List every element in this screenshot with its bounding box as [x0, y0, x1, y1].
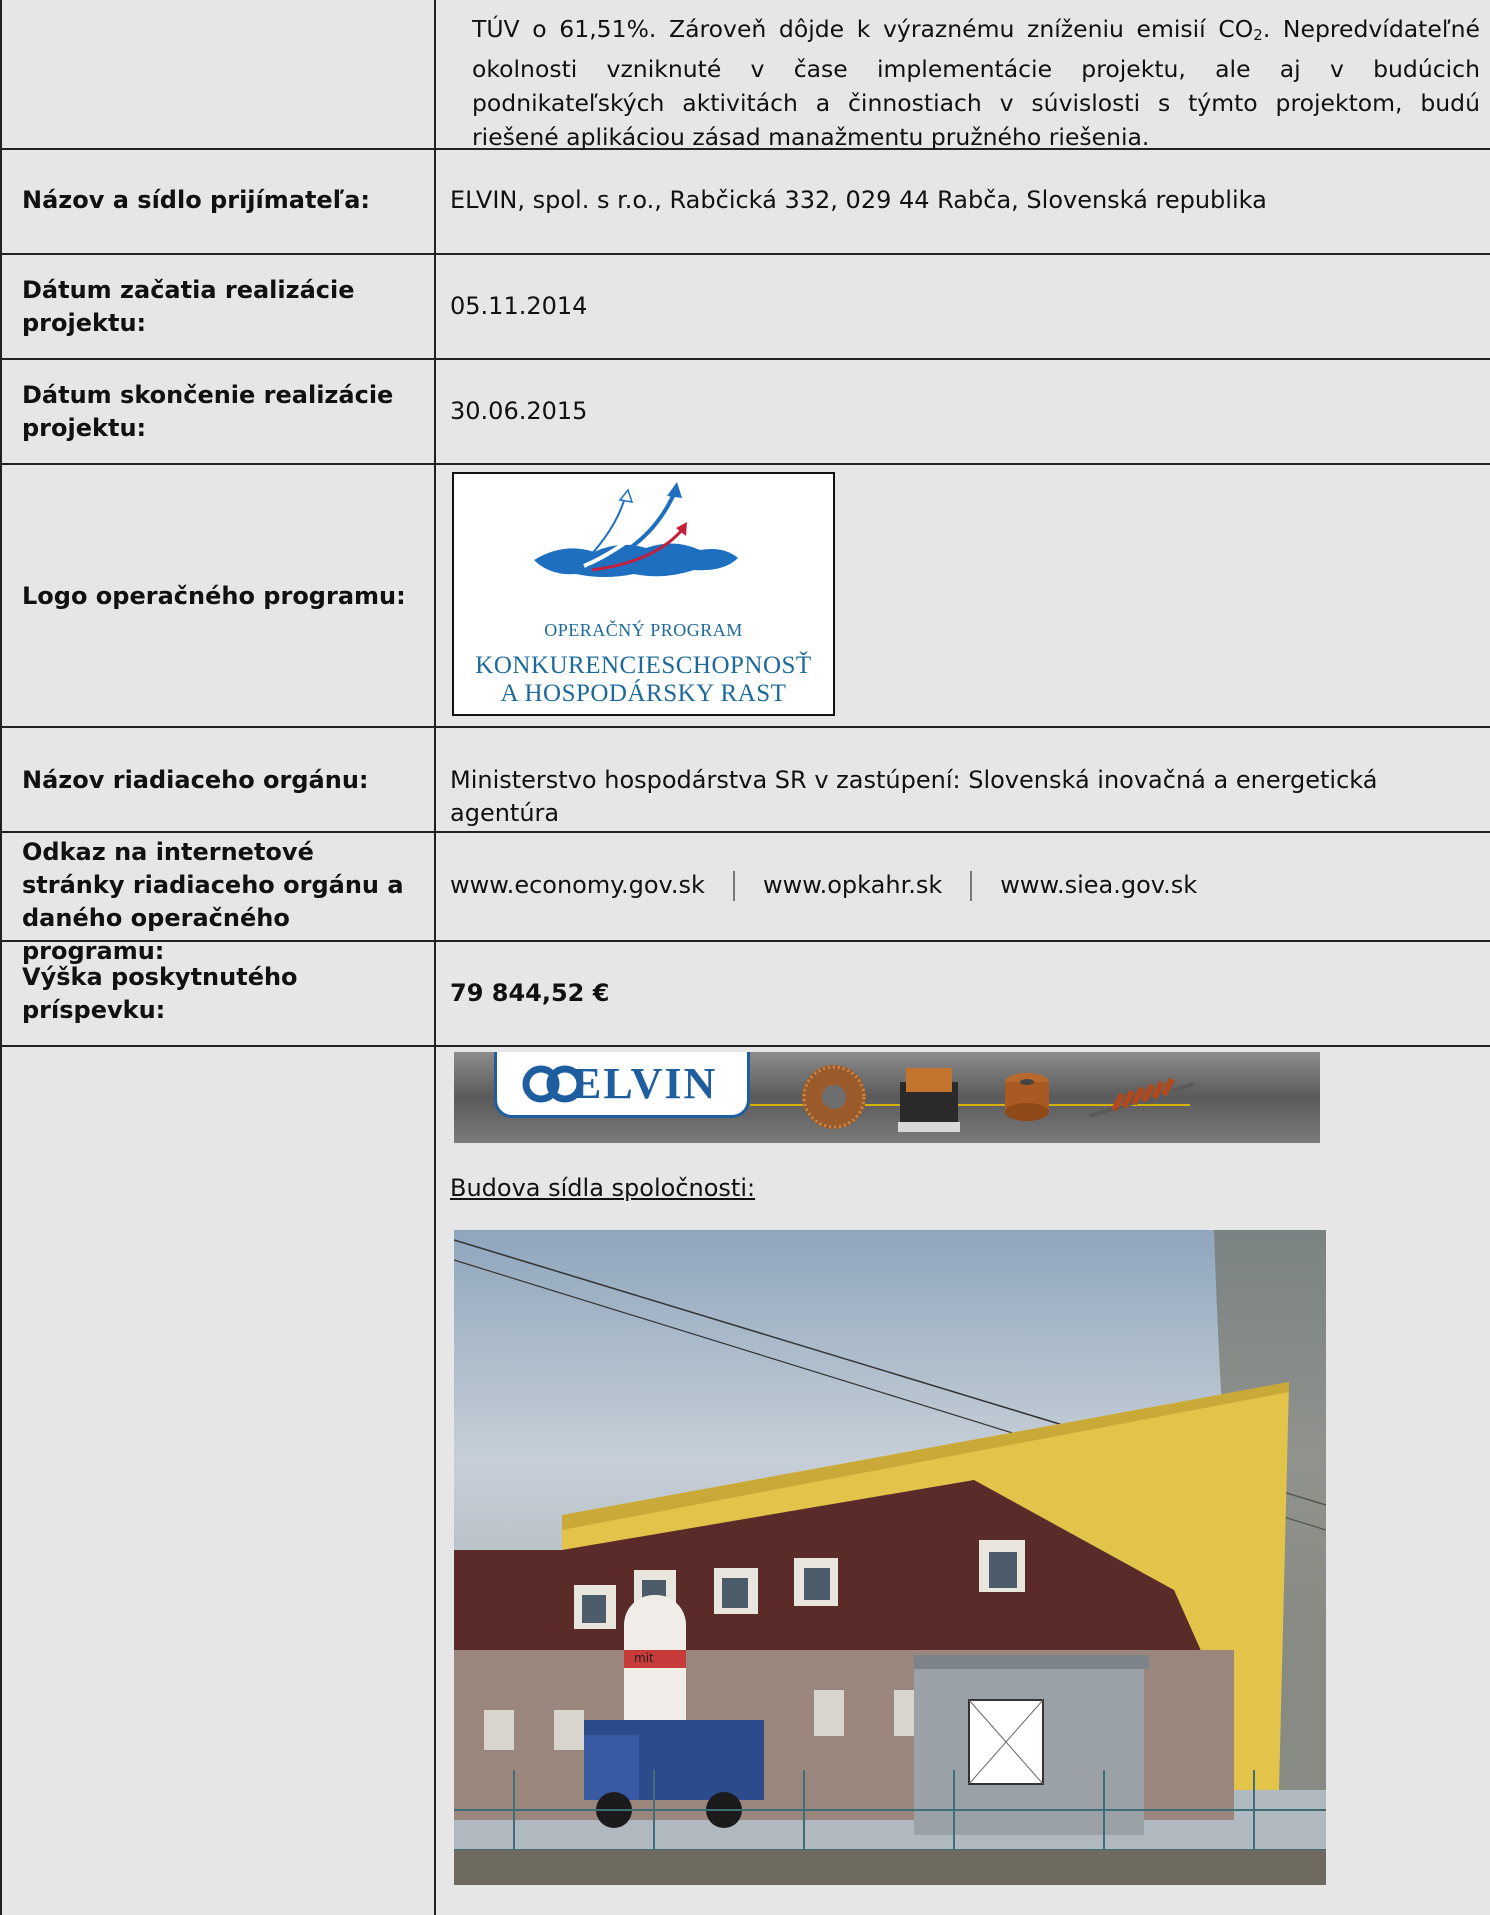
amount-value: 79 844,52 €	[450, 979, 610, 1007]
end-date-label: Dátum skončenie realizácie projektu:	[22, 381, 394, 442]
recipient-value: ELVIN, spol. s r.o., Rabčická 332, 029 4…	[450, 186, 1267, 214]
recipient-label: Názov a sídlo prijímateľa:	[22, 186, 370, 214]
link-siea[interactable]: www.siea.gov.sk	[1000, 869, 1197, 902]
building-caption: Budova sídla spoločnosti:	[450, 1174, 756, 1202]
row-divider	[0, 1045, 1490, 1047]
row-divider	[0, 463, 1490, 465]
start-date-value: 05.11.2014	[450, 292, 588, 320]
logo-line-1: OPERAČNÝ PROGRAM	[544, 620, 743, 640]
operational-program-logo: OPERAČNÝ PROGRAM KONKURENCIESCHOPNOSŤ A …	[452, 472, 835, 716]
spring-coil-icon	[1089, 1077, 1195, 1118]
building-illustration: mit	[454, 1230, 1326, 1885]
silo-label: mit	[634, 1651, 654, 1665]
table-column-divider	[434, 0, 436, 1915]
logo-line-2: KONKURENCIESCHOPNOSŤ	[475, 652, 812, 679]
start-date-label: Dátum začatia realizácie projektu:	[22, 276, 355, 337]
project-description-text: TÚV o 61,51%. Zároveň dôjde k výraznému …	[472, 12, 1480, 154]
authority-label: Názov riadiaceho orgánu:	[22, 766, 369, 794]
inductor-coil-icon	[1005, 1073, 1049, 1121]
elvin-banner-text: ELVIN	[572, 1059, 718, 1108]
end-date-value: 30.06.2015	[450, 397, 588, 425]
link-separator	[970, 871, 973, 901]
slovakia-arrows-icon	[534, 482, 738, 577]
row-divider	[0, 358, 1490, 360]
link-separator	[732, 871, 735, 901]
company-building-photo: mit	[454, 1230, 1326, 1885]
toroid-coil-icon	[802, 1065, 866, 1129]
description-part-1: TÚV o 61,51%. Zároveň dôjde k výraznému …	[472, 15, 1254, 43]
logo-line-3: A HOSPODÁRSKY RAST	[500, 680, 787, 707]
authority-value: Ministerstvo hospodárstva SR v zastúpení…	[450, 766, 1378, 827]
link-economy[interactable]: www.economy.gov.sk	[450, 869, 705, 902]
row-divider	[0, 831, 1490, 833]
co2-subscript: 2	[1253, 26, 1263, 44]
row-divider	[0, 253, 1490, 255]
elvin-banner: ELVIN	[454, 1052, 1320, 1143]
link-opkahr[interactable]: www.opkahr.sk	[763, 869, 942, 902]
row-divider	[0, 726, 1490, 728]
amount-label: Výška poskytnutého príspevku:	[22, 963, 298, 1024]
logo-label: Logo operačného programu:	[22, 582, 406, 610]
website-links: www.economy.gov.sk www.opkahr.sk www.sie…	[450, 869, 1197, 902]
links-label: Odkaz na internetové stránky riadiaceho …	[22, 838, 404, 965]
table-left-border	[0, 0, 2, 1915]
transformer-icon	[898, 1068, 960, 1132]
info-table: TÚV o 61,51%. Zároveň dôjde k výraznému …	[0, 0, 1490, 1915]
